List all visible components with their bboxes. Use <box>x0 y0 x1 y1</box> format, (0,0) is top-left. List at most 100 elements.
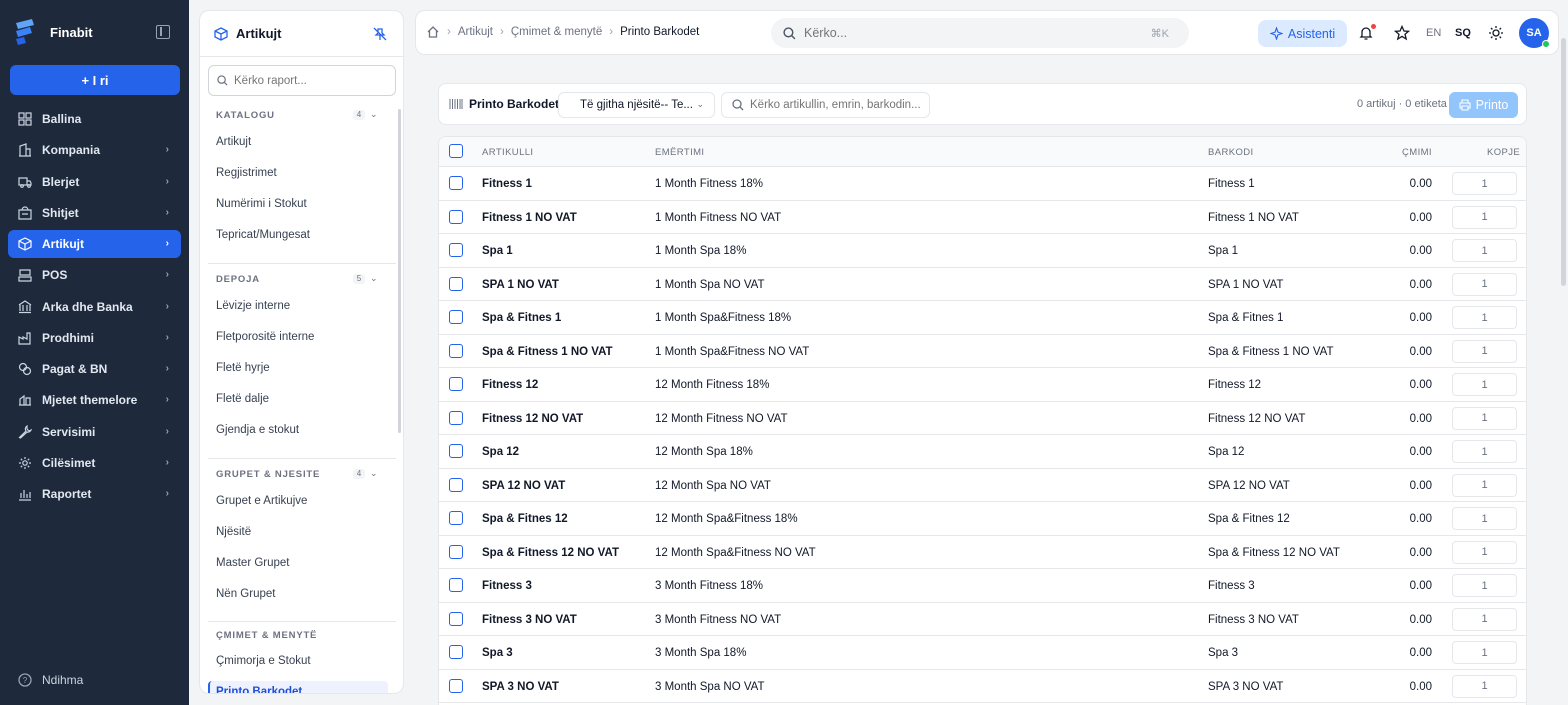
submenu-item[interactable]: Gjendja e stokut <box>216 424 299 436</box>
copies-input[interactable] <box>1452 272 1517 296</box>
home-icon[interactable] <box>426 25 440 39</box>
nav-item-arka-dhe-banka[interactable]: Arka dhe Banka › <box>8 293 181 321</box>
chevron-down-icon[interactable]: ⌄ <box>370 109 378 120</box>
row-checkbox[interactable] <box>449 678 463 693</box>
select-all-checkbox[interactable] <box>449 144 463 158</box>
cell-item: Spa & Fitness 1 NO VAT <box>482 345 613 358</box>
submenu-item[interactable]: Fletporositë interne <box>216 331 314 343</box>
copies-input[interactable] <box>1452 574 1517 597</box>
chevron-down-icon[interactable]: ⌄ <box>370 468 378 479</box>
cell-name: 12 Month Spa&Fitness 18% <box>655 513 798 525</box>
star-icon[interactable] <box>1394 25 1410 41</box>
row-checkbox[interactable] <box>449 611 463 626</box>
lang-en[interactable]: EN <box>1426 27 1441 39</box>
row-checkbox[interactable] <box>449 544 463 559</box>
nav-item-ballina[interactable]: Ballina <box>8 105 181 133</box>
submenu-item[interactable]: Master Grupet <box>216 557 290 569</box>
breadcrumb-cmimet[interactable]: Çmimet & menytë <box>511 26 602 38</box>
nav-item-prodhimi[interactable]: Prodhimi › <box>8 324 181 352</box>
print-label: Printo <box>1475 98 1509 112</box>
unit-select[interactable]: Të gjitha njësitë-- Te... ⌄ <box>558 92 715 118</box>
help-label: Ndihma <box>42 673 84 687</box>
submenu-scrollbar[interactable] <box>398 109 401 433</box>
submenu-panel: Artikujt KATALOGU 4 ⌄ Artikujt Regjistrimet N… <box>199 10 404 694</box>
submenu-item[interactable]: Fletë dalje <box>216 393 269 405</box>
submenu-item[interactable]: Tepricat/Mungesat <box>216 229 310 241</box>
cell-price: 0.00 <box>1409 546 1432 559</box>
row-checkbox[interactable] <box>449 578 463 592</box>
row-checkbox[interactable] <box>449 343 463 358</box>
item-search-input[interactable] <box>750 99 922 111</box>
row-checkbox[interactable] <box>449 209 463 224</box>
nav-item-servisimi[interactable]: Servisimi › <box>8 418 181 446</box>
cell-barcode: Spa & Fitness 1 NO VAT <box>1208 345 1334 358</box>
copies-input[interactable] <box>1452 540 1517 564</box>
submenu-item[interactable]: Regjistrimet <box>216 167 277 179</box>
cell-price: 0.00 <box>1409 278 1432 291</box>
global-search[interactable]: ⌘K <box>771 18 1189 48</box>
global-search-input[interactable] <box>804 26 1144 40</box>
nav-item-shitjet[interactable]: Shitjet › <box>8 199 181 227</box>
row-checkbox[interactable] <box>449 310 463 324</box>
collapse-sidebar-icon[interactable] <box>156 25 170 39</box>
copies-input[interactable] <box>1452 641 1517 664</box>
nav-item-pagat-bn[interactable]: Pagat & BN › <box>8 355 181 383</box>
cell-name: 1 Month Fitness 18% <box>655 178 764 190</box>
submenu-item[interactable]: Nën Grupet <box>216 588 275 600</box>
row-checkbox[interactable] <box>449 276 463 291</box>
nav-item-cil-simet[interactable]: Cilësimet › <box>8 449 181 477</box>
breadcrumb-artikujt[interactable]: Artikujt <box>458 26 493 38</box>
unpin-icon[interactable] <box>373 27 387 41</box>
nav-item-pos[interactable]: POS › <box>8 261 181 289</box>
print-button[interactable]: Printo <box>1449 92 1518 118</box>
submenu-item[interactable]: Njësitë <box>216 526 251 538</box>
row-checkbox[interactable] <box>449 511 463 525</box>
chevron-down-icon[interactable]: ⌄ <box>370 273 378 284</box>
row-checkbox[interactable] <box>449 243 463 257</box>
copies-input[interactable] <box>1452 373 1517 396</box>
report-search-input[interactable] <box>234 74 384 87</box>
copies-input[interactable] <box>1452 440 1517 463</box>
sun-icon[interactable] <box>1488 25 1504 41</box>
row-checkbox[interactable] <box>449 645 463 659</box>
copies-input[interactable] <box>1452 306 1517 329</box>
copies-input[interactable] <box>1452 507 1517 530</box>
nav-item-mjetet-themelore[interactable]: Mjetet themelore › <box>8 386 181 414</box>
row-checkbox[interactable] <box>449 410 463 425</box>
main-scrollbar[interactable] <box>1561 38 1566 286</box>
item-search[interactable] <box>721 92 930 118</box>
row-checkbox[interactable] <box>449 176 463 190</box>
new-button[interactable]: + I ri <box>10 65 180 95</box>
row-checkbox[interactable] <box>449 477 463 492</box>
row-checkbox[interactable] <box>449 444 463 458</box>
col-name: EMËRTIMI <box>655 147 705 158</box>
copies-input[interactable] <box>1452 339 1517 363</box>
submenu-item[interactable]: Fletë hyrje <box>216 362 270 374</box>
lang-sq[interactable]: SQ <box>1455 27 1471 39</box>
brand[interactable]: Finabit <box>12 16 93 48</box>
cell-name: 12 Month Fitness NO VAT <box>655 412 788 425</box>
copies-input[interactable] <box>1452 473 1517 497</box>
submenu-item[interactable]: Grupet e Artikujve <box>216 495 307 507</box>
nav-item-artikujt[interactable]: Artikujt › <box>8 230 181 258</box>
nav-item-blerjet[interactable]: Blerjet › <box>8 168 181 196</box>
copies-input[interactable] <box>1452 172 1517 195</box>
chevron-right-icon: › <box>165 363 169 374</box>
copies-input[interactable] <box>1452 607 1517 631</box>
assistant-button[interactable]: Asistenti <box>1258 20 1347 47</box>
nav-item-raportet[interactable]: Raportet › <box>8 480 181 508</box>
copies-input[interactable] <box>1452 239 1517 262</box>
nav-item-kompania[interactable]: Kompania › <box>8 136 181 164</box>
copies-input[interactable] <box>1452 406 1517 430</box>
submenu-item[interactable]: Lëvizje interne <box>216 300 290 312</box>
avatar[interactable]: SA <box>1519 18 1550 48</box>
help-link[interactable]: ? Ndihma <box>18 673 83 687</box>
copies-input[interactable] <box>1452 674 1517 698</box>
submenu-item[interactable]: Numërimi i Stokut <box>216 198 307 210</box>
submenu-item[interactable]: Artikujt <box>216 136 251 148</box>
report-search[interactable] <box>208 65 396 96</box>
submenu-item[interactable]: Printo Barkodet <box>216 686 302 693</box>
copies-input[interactable] <box>1452 205 1517 229</box>
row-checkbox[interactable] <box>449 377 463 391</box>
submenu-item[interactable]: Çmimorja e Stokut <box>216 655 311 667</box>
